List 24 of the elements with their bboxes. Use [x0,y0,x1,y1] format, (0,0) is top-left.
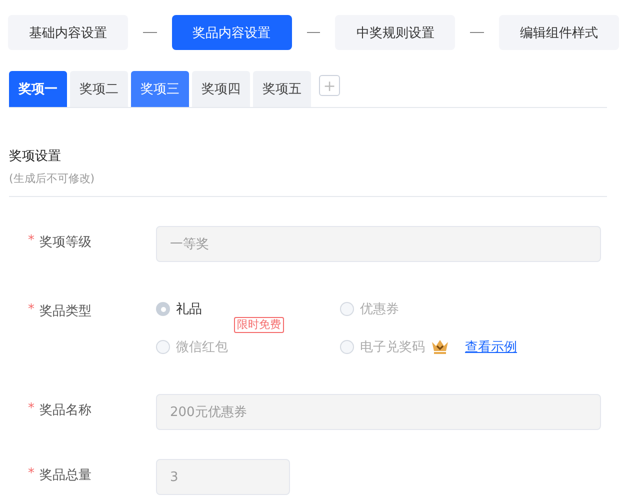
prize-tab[interactable]: 奖项三 [131,71,189,107]
required-mark: * [28,401,34,418]
step-tab[interactable]: 编辑组件样式 [499,15,619,50]
section-title: 奖项设置 [9,148,62,165]
step-tab[interactable]: 中奖规则设置 [335,15,456,50]
option-label: 礼品 [176,301,202,318]
field-label: 奖品总量 [40,467,92,484]
promo-badge: 限时免费 [234,317,284,333]
option-label: 优惠券 [360,301,399,318]
option-label: 微信红包 [176,339,228,356]
option-label: 电子兑奖码 [360,339,425,356]
required-mark: * [28,466,34,483]
prize-tab[interactable]: 奖项二 [70,71,128,107]
required-mark: * [28,233,34,250]
field-label: 奖品类型 [40,303,92,320]
prize-tab[interactable]: 奖项五 [253,71,311,107]
prize-tab[interactable]: 奖项四 [192,71,250,107]
field-label: 奖品名称 [40,402,92,419]
field-label: 奖项等级 [40,234,92,251]
step-tab[interactable]: 奖品内容设置 [172,15,292,50]
prize-tab[interactable]: 奖项一 [9,71,67,107]
required-mark: * [28,302,34,319]
step-tab[interactable]: 基础内容设置 [8,15,128,50]
section-note: (生成后不可修改) [9,171,96,186]
